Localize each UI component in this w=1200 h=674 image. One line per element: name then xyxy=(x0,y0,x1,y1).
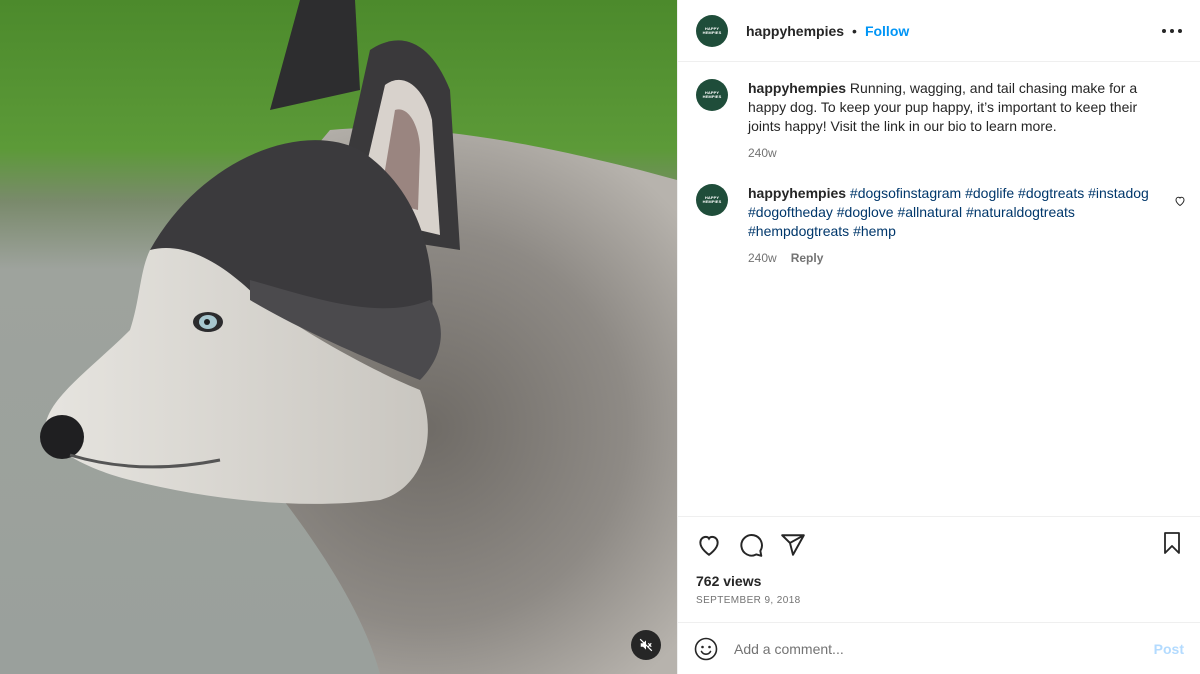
avatar[interactable]: HAPPY HEMPIES xyxy=(696,184,728,216)
caption-text: happyhempies Running, wagging, and tail … xyxy=(748,79,1168,136)
emoji-icon[interactable] xyxy=(694,637,718,661)
avatar[interactable]: HAPPY HEMPIES xyxy=(696,79,728,111)
hashtag[interactable]: #allnatural xyxy=(897,204,962,220)
hashtag[interactable]: #hempdogtreats xyxy=(748,223,849,239)
hashtag[interactable]: #hemp xyxy=(853,223,896,239)
hashtag[interactable]: #naturaldogtreats xyxy=(966,204,1075,220)
reply-button[interactable]: Reply xyxy=(791,251,824,265)
follow-button[interactable]: Follow xyxy=(865,23,909,39)
husky-photo xyxy=(0,0,677,674)
comment-username[interactable]: happyhempies xyxy=(748,80,846,96)
post-actions: 762 views September 9, 2018 xyxy=(678,516,1200,622)
add-comment-bar: Post xyxy=(678,622,1200,674)
post-date[interactable]: September 9, 2018 xyxy=(696,595,1182,606)
hashtag[interactable]: #doglove xyxy=(837,204,894,220)
comments-section: HAPPY HEMPIES happyhempies Running, waggi… xyxy=(678,62,1200,516)
header-username[interactable]: happyhempies xyxy=(746,23,844,39)
comment-item: HAPPY HEMPIES happyhempies #dogsofinstagr… xyxy=(696,184,1185,265)
comment-username[interactable]: happyhempies xyxy=(748,185,846,201)
more-options-icon[interactable] xyxy=(1162,22,1182,40)
mute-icon xyxy=(639,638,653,652)
like-comment-icon[interactable] xyxy=(1174,194,1186,210)
header-separator: • xyxy=(852,22,857,39)
bookmark-icon[interactable] xyxy=(1160,531,1184,555)
avatar[interactable]: HAPPY HEMPIES xyxy=(696,14,728,47)
hashtag[interactable]: #dogsofinstagram xyxy=(850,185,961,201)
hashtag[interactable]: #doglife xyxy=(965,185,1014,201)
caption: HAPPY HEMPIES happyhempies Running, waggi… xyxy=(696,79,1182,160)
comment-text: happyhempies #dogsofinstagram #doglife #… xyxy=(748,184,1168,241)
hashtag[interactable]: #dogoftheday xyxy=(748,204,833,220)
avatar-logo: HAPPY HEMPIES xyxy=(702,25,722,35)
post-video[interactable] xyxy=(0,0,677,674)
instagram-post: HAPPY HEMPIES happyhempies • Follow HAPPY… xyxy=(0,0,1200,674)
view-count[interactable]: 762 views xyxy=(696,573,1182,589)
comment-age: 240w xyxy=(748,146,777,160)
share-icon[interactable] xyxy=(780,532,806,558)
post-header: HAPPY HEMPIES happyhempies • Follow xyxy=(678,0,1200,62)
comment-age: 240w xyxy=(748,251,777,265)
mute-button[interactable] xyxy=(631,630,661,660)
post-button[interactable]: Post xyxy=(1154,641,1184,657)
hashtag[interactable]: #dogtreats xyxy=(1018,185,1084,201)
comment-input[interactable] xyxy=(734,640,1154,657)
hashtag[interactable]: #instadog xyxy=(1088,185,1149,201)
heart-icon[interactable] xyxy=(696,532,722,558)
post-side-panel: HAPPY HEMPIES happyhempies • Follow HAPPY… xyxy=(677,0,1200,674)
comment-icon[interactable] xyxy=(738,532,764,558)
